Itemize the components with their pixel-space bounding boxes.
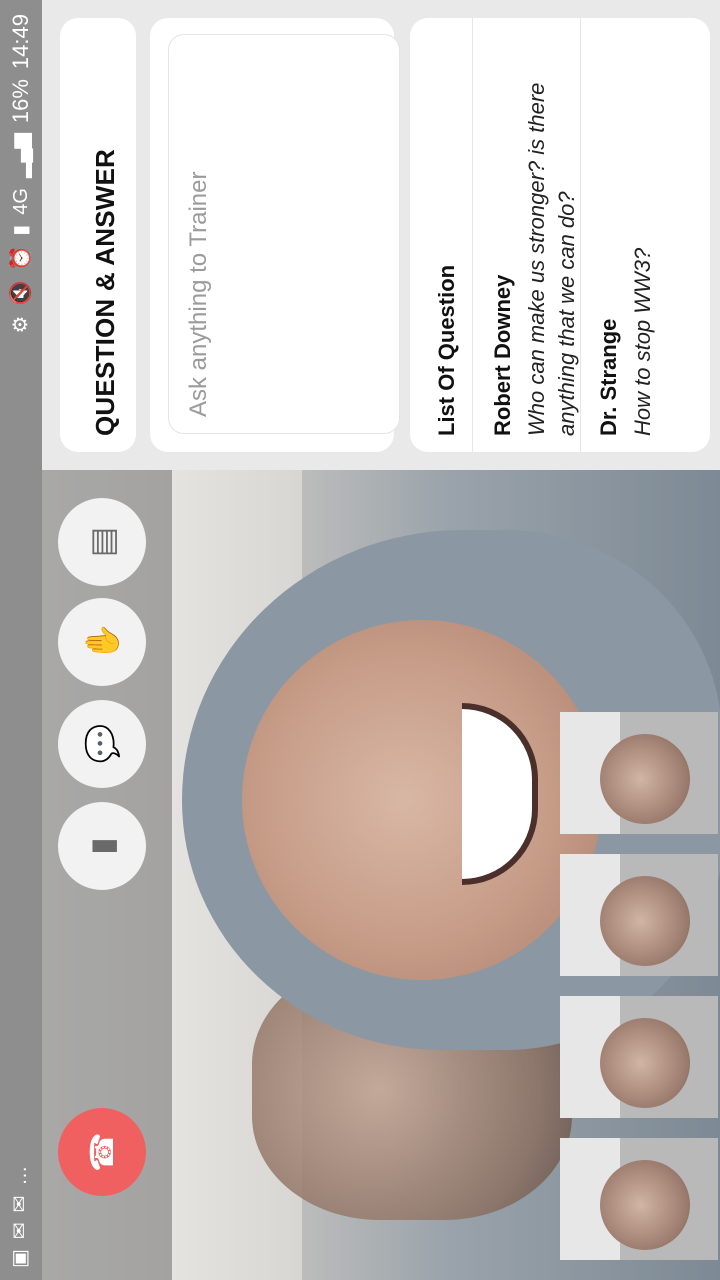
participant-thumbnail[interactable] xyxy=(560,854,718,976)
end-call-button[interactable]: ☎ xyxy=(58,1108,146,1196)
screen-share-icon: ▤ xyxy=(84,526,120,558)
ask-placeholder: Ask anything to Trainer xyxy=(185,171,212,417)
participant-face xyxy=(600,734,690,824)
question-item[interactable]: Dr. Strange How to stop WW3? xyxy=(596,76,658,436)
mail-icon: ✉ xyxy=(9,1222,31,1240)
settings-icon: ⚙ xyxy=(10,315,32,334)
clock: 14:49 xyxy=(8,14,33,70)
status-bar: ▣ ✉ ✉ … ⚙ 🔇 ⏰ ▮ 4G ▂▄▆ 16% 14:49 xyxy=(0,0,42,1280)
signal-icon: ▂▄▆ xyxy=(10,133,32,179)
question-author: Robert Downey xyxy=(490,274,515,436)
battery-text: 16% xyxy=(8,79,33,124)
sim-icon: ▮ xyxy=(10,224,32,236)
raise-hand-icon: ✋ xyxy=(84,622,120,662)
status-left: ▣ ✉ ✉ … xyxy=(8,1166,32,1268)
network-4g-icon: 4G xyxy=(10,188,32,215)
participant-thumbnail[interactable] xyxy=(560,996,718,1118)
divider xyxy=(472,18,473,452)
question-item[interactable]: Robert Downey Who can make us stronger? … xyxy=(490,76,582,436)
landscape-canvas: ▣ ✉ ✉ … ⚙ 🔇 ⏰ ▮ 4G ▂▄▆ 16% 14:49 ☎ ▮ 💬 ✋… xyxy=(0,0,720,1280)
speaker-face xyxy=(242,620,602,980)
mute-icon: 🔇 xyxy=(10,280,32,306)
list-header: List Of Question xyxy=(434,264,459,436)
phone-hangup-icon: ☎ xyxy=(84,1132,120,1172)
page-title: QUESTION & ANSWER xyxy=(90,148,120,436)
participant-face xyxy=(600,1018,690,1108)
call-controls: ☎ ▮ 💬 ✋ ▤ xyxy=(42,470,172,1280)
question-author: Dr. Strange xyxy=(596,318,621,436)
question-text: Who can make us stronger? is there anyth… xyxy=(524,82,579,436)
participant-thumbnail[interactable] xyxy=(560,712,718,834)
participant-thumbnail[interactable] xyxy=(560,1138,718,1260)
phone-button[interactable]: ▮ xyxy=(58,802,146,890)
participant-face xyxy=(600,876,690,966)
qa-title-card: QUESTION & ANSWER xyxy=(60,18,136,452)
ask-card: Ask anything to Trainer xyxy=(150,18,400,452)
image-icon: ▣ xyxy=(9,1249,31,1268)
status-right: ⚙ 🔇 ⏰ ▮ 4G ▂▄▆ 16% 14:49 xyxy=(8,14,34,334)
question-list-card: List Of Question Robert Downey Who can m… xyxy=(410,18,710,452)
raise-hand-button[interactable]: ✋ xyxy=(58,598,146,686)
alarm-icon: ⏰ xyxy=(10,245,32,271)
phone-icon: ▮ xyxy=(84,837,120,855)
screen-share-button[interactable]: ▤ xyxy=(58,498,146,586)
divider xyxy=(580,18,581,452)
screen-stage: ▣ ✉ ✉ … ⚙ 🔇 ⏰ ▮ 4G ▂▄▆ 16% 14:49 ☎ ▮ 💬 ✋… xyxy=(0,0,720,1280)
ask-input[interactable]: Ask anything to Trainer xyxy=(168,34,400,434)
chat-button[interactable]: 💬 xyxy=(58,700,146,788)
chat-icon: 💬 xyxy=(84,724,120,764)
more-icon: … xyxy=(9,1165,31,1186)
mail-icon: ✉ xyxy=(9,1195,31,1213)
question-text: How to stop WW3? xyxy=(630,247,655,436)
participant-face xyxy=(600,1160,690,1250)
